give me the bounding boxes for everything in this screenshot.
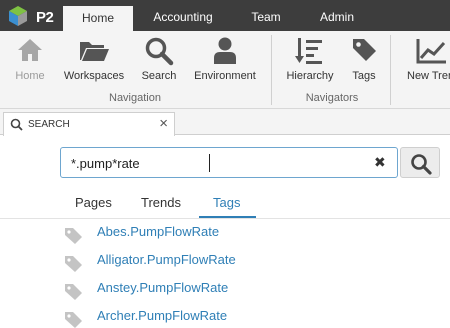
top-menu-bar: P2 Home Accounting Team Admin bbox=[0, 0, 450, 31]
search-input[interactable] bbox=[71, 153, 361, 173]
result-tabs-divider bbox=[0, 218, 450, 219]
ribbon-home-button[interactable]: Home bbox=[8, 36, 52, 88]
menu-tab-team[interactable]: Team bbox=[234, 0, 298, 31]
result-tab-trends[interactable]: Trends bbox=[141, 195, 181, 210]
ribbon-home-label: Home bbox=[15, 70, 45, 82]
navigators-group-label: Navigators bbox=[305, 92, 359, 104]
result-tab-pages[interactable]: Pages bbox=[75, 195, 112, 210]
menu-tab-accounting[interactable]: Accounting bbox=[141, 0, 225, 31]
ribbon-workspaces-button[interactable]: Workspaces bbox=[60, 36, 128, 88]
ribbon-new-trend-button[interactable]: New Tren bbox=[405, 36, 450, 88]
p2-logo-mark bbox=[9, 6, 27, 26]
result-link[interactable]: Archer.PumpFlowRate bbox=[97, 308, 227, 323]
tag-icon bbox=[346, 36, 382, 70]
list-item: Archer.PumpFlowRate bbox=[64, 306, 444, 328]
list-item: Anstey.PumpFlowRate bbox=[64, 278, 444, 302]
close-icon[interactable]: × bbox=[159, 115, 168, 133]
text-caret bbox=[209, 154, 210, 172]
ribbon-tags-button[interactable]: Tags bbox=[346, 36, 382, 88]
ribbon-separator bbox=[390, 35, 391, 105]
result-link[interactable]: Alligator.PumpFlowRate bbox=[97, 252, 236, 267]
search-box bbox=[60, 147, 398, 178]
person-icon bbox=[191, 36, 259, 70]
search-tab-label: SEARCH bbox=[28, 119, 70, 130]
home-icon bbox=[8, 36, 52, 70]
logo-text: P2 bbox=[36, 9, 54, 26]
ribbon-workspaces-label: Workspaces bbox=[63, 70, 125, 82]
ribbon-hierarchy-button[interactable]: Hierarchy bbox=[282, 36, 338, 88]
result-link[interactable]: Anstey.PumpFlowRate bbox=[97, 280, 228, 295]
search-icon bbox=[411, 154, 432, 175]
folder-icon bbox=[60, 36, 128, 70]
menu-tab-home[interactable]: Home bbox=[63, 6, 133, 31]
ribbon-tags-label: Tags bbox=[352, 70, 376, 82]
result-tab-tags[interactable]: Tags bbox=[213, 195, 240, 210]
search-document-tab[interactable]: SEARCH × bbox=[3, 112, 175, 136]
list-item: Alligator.PumpFlowRate bbox=[64, 250, 444, 274]
ribbon-separator bbox=[271, 35, 272, 105]
tag-icon bbox=[64, 225, 84, 250]
hierarchy-icon bbox=[282, 36, 338, 70]
ribbon-hierarchy-label: Hierarchy bbox=[286, 70, 334, 82]
search-icon bbox=[10, 118, 23, 136]
tag-icon bbox=[64, 309, 84, 328]
result-link[interactable]: Abes.PumpFlowRate bbox=[97, 224, 219, 239]
navigation-group-label: Navigation bbox=[109, 92, 161, 104]
ribbon: Home Workspaces Search Environment Navig… bbox=[0, 31, 450, 109]
p2-logo: P2 bbox=[8, 5, 56, 27]
tag-icon bbox=[64, 281, 84, 306]
ribbon-search-button[interactable]: Search bbox=[138, 36, 180, 88]
menu-tab-admin[interactable]: Admin bbox=[303, 0, 371, 31]
tag-icon bbox=[64, 253, 84, 278]
ribbon-new-trend-label: New Tren bbox=[407, 70, 450, 82]
search-submit-button[interactable] bbox=[400, 147, 440, 178]
list-item: Abes.PumpFlowRate bbox=[64, 222, 444, 246]
trend-chart-icon bbox=[405, 36, 450, 70]
ribbon-search-label: Search bbox=[141, 70, 177, 82]
search-icon bbox=[138, 36, 180, 70]
ribbon-environment-label: Environment bbox=[194, 70, 256, 82]
ribbon-environment-button[interactable]: Environment bbox=[191, 36, 259, 88]
clear-search-icon[interactable]: ✖ bbox=[374, 152, 386, 172]
